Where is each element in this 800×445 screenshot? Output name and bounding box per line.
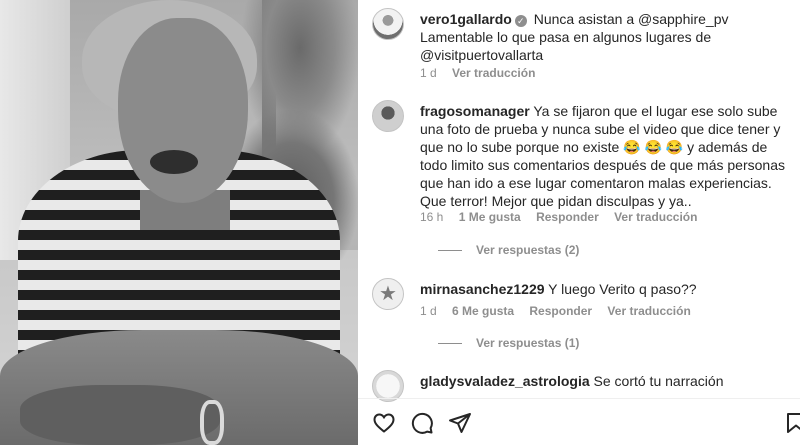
media-bracelet	[200, 400, 224, 445]
comment-text: Y luego Verito q paso??	[548, 281, 697, 297]
media-person-hands	[20, 385, 220, 445]
media-person-face	[118, 18, 248, 203]
see-translation-link[interactable]: Ver traducción	[614, 210, 697, 224]
comment-meta: 16 h 1 Me gusta Responder Ver traducción	[420, 210, 709, 224]
replies-line	[438, 250, 462, 252]
comment-username[interactable]: fragosomanager	[420, 103, 530, 119]
comment-body: fragosomanager Ya se fijaron que el luga…	[420, 102, 795, 210]
comment-text: Se cortó tu narración	[593, 373, 724, 389]
post-media[interactable]	[0, 0, 358, 445]
comment-likes[interactable]: 6 Me gusta	[452, 304, 514, 318]
comment-body: mirnasanchez1229 Y luego Verito q paso??	[420, 280, 795, 298]
avatar[interactable]: ★	[372, 278, 404, 310]
view-replies-button[interactable]: Ver respuestas (1)	[438, 336, 579, 350]
comment-time: 1 d	[420, 66, 437, 80]
reply-button[interactable]: Responder	[529, 304, 592, 318]
comment-username[interactable]: vero1gallardo	[420, 11, 512, 27]
see-translation-link[interactable]: Ver traducción	[607, 304, 690, 318]
comment-username[interactable]: gladysvaladez_astrologia	[420, 373, 590, 389]
comment-meta: 1 d 6 Me gusta Responder Ver traducción	[420, 304, 703, 318]
star-icon: ★	[379, 283, 397, 305]
post-action-bar	[358, 398, 800, 445]
reply-button[interactable]: Responder	[536, 210, 599, 224]
verified-badge-icon: ✓	[514, 15, 527, 27]
comment-likes[interactable]: 1 Me gusta	[459, 210, 521, 224]
comment-time: 16 h	[420, 210, 444, 224]
view-replies-button[interactable]: Ver respuestas (2)	[438, 243, 579, 257]
view-replies-label: Ver respuestas (1)	[476, 336, 580, 350]
comment-icon[interactable]	[410, 411, 434, 435]
avatar[interactable]	[372, 100, 404, 132]
send-icon[interactable]	[448, 411, 472, 435]
media-person-mouth	[150, 150, 198, 174]
replies-line	[438, 343, 462, 345]
see-translation-link[interactable]: Ver traducción	[452, 66, 535, 80]
comments-panel: vero1gallardo ✓ Nunca asistan a @sapphire…	[358, 0, 800, 445]
comment-body: vero1gallardo ✓ Nunca asistan a @sapphire…	[420, 10, 795, 64]
comment-meta: 1 d Ver traducción	[420, 66, 547, 80]
view-replies-label: Ver respuestas (2)	[476, 243, 580, 257]
bookmark-icon[interactable]	[784, 411, 800, 435]
heart-icon[interactable]	[372, 411, 396, 435]
comment-username[interactable]: mirnasanchez1229	[420, 281, 545, 297]
comment-time: 1 d	[420, 304, 437, 318]
comment-body: gladysvaladez_astrologia Se cortó tu nar…	[420, 372, 795, 390]
avatar[interactable]	[372, 8, 404, 40]
